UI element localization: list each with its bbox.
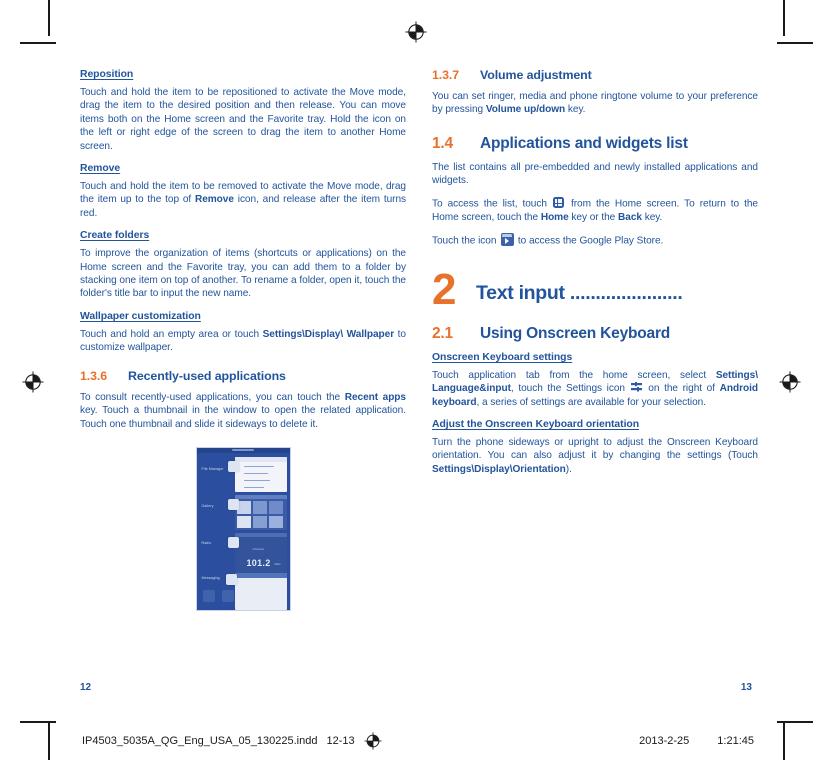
paragraph-recently-used: To consult recently-used applications, y… — [80, 391, 406, 430]
paragraph-apps-access: To access the list, touch from the Home … — [432, 196, 758, 223]
paragraph-create-folders: To improve the organization of items (sh… — [80, 248, 406, 300]
recent-app-row-radio: Radio Channel 101.2 MHz — [197, 531, 290, 573]
production-footer-left: IP4503_5035A_QG_Eng_USA_05_130225.indd 1… — [82, 732, 382, 750]
paragraph-reposition: Touch and hold the item to be reposition… — [80, 87, 406, 152]
recent-apps-screenshot: File Manager Gallery Radio Channel 101.2… — [195, 446, 291, 611]
paragraph-apps-intro: The list contains all pre-embedded and n… — [432, 161, 758, 187]
paragraph-remove: Touch and hold the item to be removed to… — [80, 181, 407, 219]
subhead-adjust-keyboard-orientation: Adjust the Onscreen Keyboard orientation — [432, 419, 640, 431]
chapter-title: Text input ...................... — [476, 270, 682, 304]
settings-icon — [631, 382, 643, 392]
chapter-heading-text-input: 2 Text input ...................... — [432, 264, 758, 314]
thumbnail-row — [243, 486, 264, 489]
radio-frequency-unit: MHz — [274, 561, 281, 566]
thumbnail-toolbar — [234, 494, 287, 499]
section-title: Recently-used applications — [128, 368, 286, 383]
chapter-leader-dots: ...................... — [569, 281, 683, 304]
section-title: Applications and widgets list — [480, 134, 688, 152]
recent-app-row-gallery: Gallery — [197, 493, 290, 531]
app-drawer-icon — [553, 196, 565, 208]
paragraph-keyboard-orientation: Turn the phone sideways or upright to ad… — [432, 437, 758, 475]
paragraph-wallpaper: Touch and hold an empty area or touch Se… — [80, 328, 406, 354]
thumbnail-row — [243, 472, 268, 475]
recent-app-icon-file-manager — [227, 460, 239, 472]
dock-icon-contacts — [202, 589, 215, 602]
recent-app-thumbnail-gallery — [234, 494, 287, 530]
subhead-onscreen-keyboard-settings: Onscreen Keyboard settings — [432, 351, 573, 363]
recent-app-row-file-manager: File Manager — [197, 455, 290, 493]
subhead-create-folders: Create folders — [80, 230, 150, 242]
thumbnail-row — [243, 479, 270, 482]
google-play-store-icon — [500, 232, 514, 246]
section-number: 1.3.7 — [432, 68, 460, 82]
figure-recent-apps-wrapper: File Manager Gallery Radio Channel 101.2… — [80, 446, 406, 611]
recent-app-icon-gallery — [227, 498, 239, 510]
section-heading-recently-used: 1.3.6 Recently-used applications — [80, 369, 406, 384]
thumbnail-row — [243, 465, 274, 468]
production-footer-right: 2013-2-25 1:21:45 — [639, 735, 754, 747]
recent-app-label-gallery: Gallery — [201, 503, 214, 508]
thumbnail-toolbar — [234, 532, 287, 537]
recent-app-thumbnail-file-manager — [234, 456, 287, 492]
page-number-left: 12 — [80, 682, 92, 693]
chapter-title-text: Text input — [476, 281, 565, 304]
radio-frequency: 101.2 — [246, 557, 271, 568]
thumbnail-toolbar — [234, 572, 287, 578]
page-spread: Reposition Touch and hold the item to be… — [0, 0, 832, 773]
subhead-reposition: Reposition — [80, 69, 134, 80]
production-filename: IP4503_5035A_QG_Eng_USA_05_130225.indd — [82, 735, 318, 747]
status-bar-indicator — [231, 448, 255, 451]
subhead-wallpaper-customization: Wallpaper customization — [80, 310, 201, 322]
chapter-number: 2 — [432, 264, 456, 314]
thumbnail-toolbar — [234, 456, 287, 462]
page-number-right: 13 — [740, 682, 752, 693]
section-title: Volume adjustment — [480, 68, 592, 82]
paragraph-play-store: Touch the icon to access the Google Play… — [432, 232, 758, 248]
left-page-column: Reposition Touch and hold the item to be… — [80, 68, 406, 611]
registration-mark-footer — [364, 732, 382, 750]
subhead-remove: Remove — [80, 163, 121, 175]
paragraph-keyboard-settings: Touch application tab from the home scre… — [432, 369, 758, 408]
section-number: 1.4 — [432, 134, 453, 152]
recent-app-label-messaging: Messaging — [201, 575, 220, 580]
section-number: 2.1 — [432, 324, 453, 342]
section-heading-volume-adjustment: 1.3.7 Volume adjustment — [432, 68, 758, 83]
dock-icon-phone — [221, 589, 234, 602]
recent-app-thumbnail-radio: Channel 101.2 MHz — [234, 532, 287, 573]
production-page-range: 12-13 — [326, 735, 355, 747]
section-number: 1.3.6 — [80, 368, 108, 383]
production-date: 2013-2-25 — [639, 735, 690, 747]
screenshot-status-bar — [196, 447, 290, 453]
radio-channel-label: Channel — [252, 546, 264, 551]
production-time: 1:21:45 — [717, 735, 754, 747]
production-footer: IP4503_5035A_QG_Eng_USA_05_130225.indd 1… — [0, 730, 832, 752]
recent-app-icon-messaging — [225, 573, 237, 585]
section-heading-applications-widgets: 1.4 Applications and widgets list — [432, 134, 758, 153]
paragraph-volume-adjustment: You can set ringer, media and phone ring… — [432, 91, 758, 116]
screenshot-dock — [197, 588, 290, 610]
section-title: Using Onscreen Keyboard — [480, 324, 671, 342]
section-heading-using-onscreen-keyboard: 2.1 Using Onscreen Keyboard — [432, 324, 758, 343]
right-page-column: 1.3.7 Volume adjustment You can set ring… — [432, 68, 758, 485]
recent-app-label-file-manager: File Manager — [201, 466, 224, 471]
recent-app-label-radio: Radio — [201, 540, 212, 545]
recent-app-icon-radio — [227, 536, 239, 548]
